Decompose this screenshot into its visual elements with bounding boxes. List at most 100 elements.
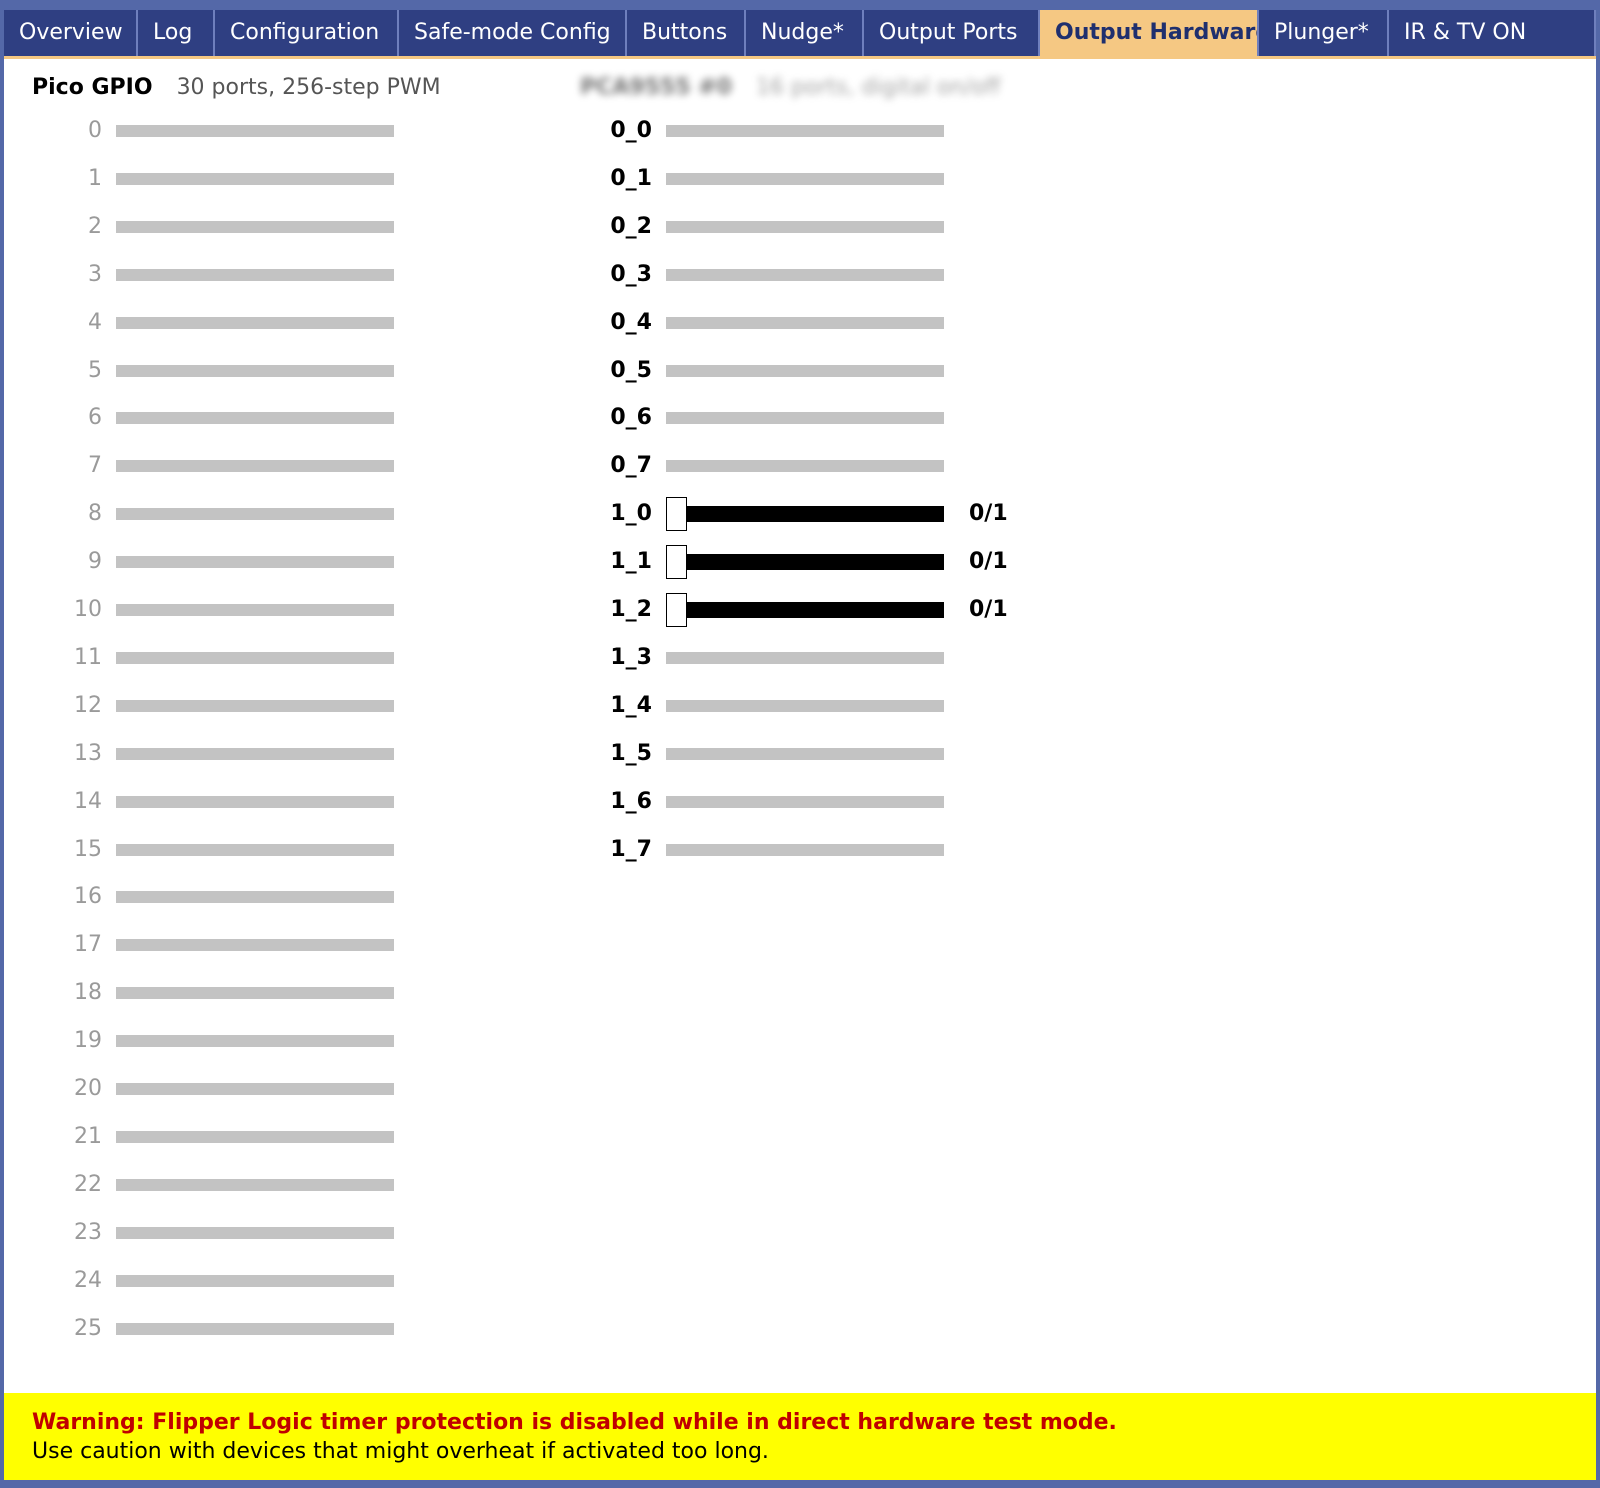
expander-port-row: 0_4 xyxy=(594,303,1024,343)
gpio-port-row: 21 xyxy=(4,1117,404,1157)
tab-buttons[interactable]: Buttons xyxy=(627,10,746,56)
slider-thumb[interactable] xyxy=(666,497,687,532)
gpio-port-slider[interactable] xyxy=(116,1130,394,1143)
tab-plunger[interactable]: Plunger* xyxy=(1259,10,1389,56)
gpio-port-slider[interactable] xyxy=(116,843,394,856)
tab-configuration[interactable]: Configuration xyxy=(215,10,399,56)
gpio-port-row: 15 xyxy=(4,830,404,870)
tab-overview[interactable]: Overview xyxy=(4,10,138,56)
gpio-port-slider[interactable] xyxy=(116,1178,394,1191)
warning-banner: Warning: Flipper Logic timer protection … xyxy=(4,1393,1596,1480)
gpio-port-slider[interactable] xyxy=(116,1322,394,1335)
gpio-port-label: 2 xyxy=(88,213,102,239)
expander-port-label: 1_6 xyxy=(610,788,652,814)
gpio-port-row: 14 xyxy=(4,782,404,822)
gpio-port-slider[interactable] xyxy=(116,268,394,281)
gpio-description: 30 ports, 256-step PWM xyxy=(176,75,441,100)
tab-output-ports[interactable]: Output Ports xyxy=(864,10,1040,56)
gpio-port-row: 4 xyxy=(4,303,404,343)
gpio-port-slider[interactable] xyxy=(116,747,394,760)
gpio-port-row: 19 xyxy=(4,1021,404,1061)
gpio-port-row: 18 xyxy=(4,973,404,1013)
gpio-port-row: 24 xyxy=(4,1261,404,1301)
warning-body: Use caution with devices that might over… xyxy=(32,1439,769,1464)
gpio-port-label: 21 xyxy=(74,1123,102,1149)
gpio-port-row: 23 xyxy=(4,1213,404,1253)
expander-port-slider[interactable] xyxy=(666,795,944,808)
gpio-port-row: 7 xyxy=(4,446,404,486)
gpio-port-slider[interactable] xyxy=(116,1035,394,1048)
expander-port-label: 1_0 xyxy=(610,501,652,527)
expander-port-label: 1_3 xyxy=(610,644,652,670)
gpio-port-slider[interactable] xyxy=(116,1226,394,1239)
expander-port-row: 1_0 0/1 xyxy=(594,494,1024,534)
expander-port-slider[interactable] xyxy=(666,316,944,329)
expander-port-slider[interactable] xyxy=(666,843,944,856)
gpio-port-slider[interactable] xyxy=(116,1083,394,1095)
gpio-port-slider[interactable] xyxy=(116,1274,394,1287)
gpio-port-slider[interactable] xyxy=(116,412,394,425)
expander-port-slider[interactable] xyxy=(666,602,944,618)
expander-port-slider[interactable] xyxy=(666,651,944,664)
expander-port-row: 1_1 0/1 xyxy=(594,542,1024,582)
tab-ir-tv-on[interactable]: IR & TV ON xyxy=(1389,10,1596,56)
expander-header: PCA9555 #0 16 ports, digital on/off xyxy=(580,75,1000,100)
gpio-port-label: 11 xyxy=(74,644,102,670)
slider-thumb[interactable] xyxy=(666,593,687,627)
gpio-port-slider[interactable] xyxy=(116,460,394,473)
expander-port-slider[interactable] xyxy=(666,412,944,425)
expander-port-label: 0_1 xyxy=(610,165,652,191)
gpio-port-slider[interactable] xyxy=(116,125,394,137)
expander-port-row: 0_5 xyxy=(594,351,1024,391)
gpio-port-slider[interactable] xyxy=(116,939,394,952)
gpio-port-slider[interactable] xyxy=(116,364,394,377)
expander-port-label: 0_5 xyxy=(610,357,652,383)
tab-output-hardware[interactable]: Output Hardware xyxy=(1040,10,1259,56)
tab-safe-mode-config[interactable]: Safe-mode Config xyxy=(399,10,627,56)
expander-port-label: 0_4 xyxy=(610,309,652,335)
gpio-port-slider[interactable] xyxy=(116,987,394,1000)
gpio-port-slider[interactable] xyxy=(116,172,394,185)
slider-thumb[interactable] xyxy=(666,545,687,580)
gpio-port-slider[interactable] xyxy=(116,316,394,329)
gpio-port-slider[interactable] xyxy=(116,220,394,233)
gpio-port-label: 12 xyxy=(74,692,102,718)
gpio-port-label: 13 xyxy=(74,740,102,766)
gpio-port-slider[interactable] xyxy=(116,651,394,664)
gpio-port-slider[interactable] xyxy=(116,556,394,569)
tab-log[interactable]: Log xyxy=(138,10,215,56)
expander-port-row: 1_7 xyxy=(594,830,1024,870)
tab-nudge[interactable]: Nudge* xyxy=(746,10,864,56)
gpio-port-label: 9 xyxy=(88,549,102,575)
expander-port-row: 0_0 xyxy=(594,111,1024,151)
expander-port-slider[interactable] xyxy=(666,220,944,233)
gpio-port-row: 12 xyxy=(4,686,404,726)
gpio-port-label: 25 xyxy=(74,1315,102,1341)
expander-port-row: 0_1 xyxy=(594,159,1024,199)
expander-port-label: 1_4 xyxy=(610,692,652,718)
expander-port-row: 1_4 xyxy=(594,686,1024,726)
expander-port-slider[interactable] xyxy=(666,364,944,377)
gpio-port-slider[interactable] xyxy=(116,508,394,521)
gpio-port-label: 15 xyxy=(74,836,102,862)
expander-port-label: 0_3 xyxy=(610,261,652,287)
expander-port-slider[interactable] xyxy=(666,699,944,712)
gpio-port-slider[interactable] xyxy=(116,795,394,808)
expander-port-slider[interactable] xyxy=(666,125,944,137)
expander-port-slider[interactable] xyxy=(666,268,944,281)
gpio-port-label: 1 xyxy=(88,165,102,191)
expander-port-slider[interactable] xyxy=(666,554,944,571)
expander-port-label: 1_2 xyxy=(610,597,652,622)
expander-port-slider[interactable] xyxy=(666,506,944,523)
gpio-port-slider[interactable] xyxy=(116,604,394,616)
expander-port-slider[interactable] xyxy=(666,747,944,760)
expander-port-slider[interactable] xyxy=(666,460,944,473)
gpio-port-row: 22 xyxy=(4,1165,404,1205)
gpio-port-row: 8 xyxy=(4,494,404,534)
gpio-port-row: 17 xyxy=(4,925,404,965)
gpio-port-slider[interactable] xyxy=(116,891,394,904)
gpio-port-slider[interactable] xyxy=(116,699,394,712)
gpio-port-label: 18 xyxy=(74,980,102,1006)
expander-port-slider[interactable] xyxy=(666,172,944,185)
gpio-port-row: 9 xyxy=(4,542,404,582)
